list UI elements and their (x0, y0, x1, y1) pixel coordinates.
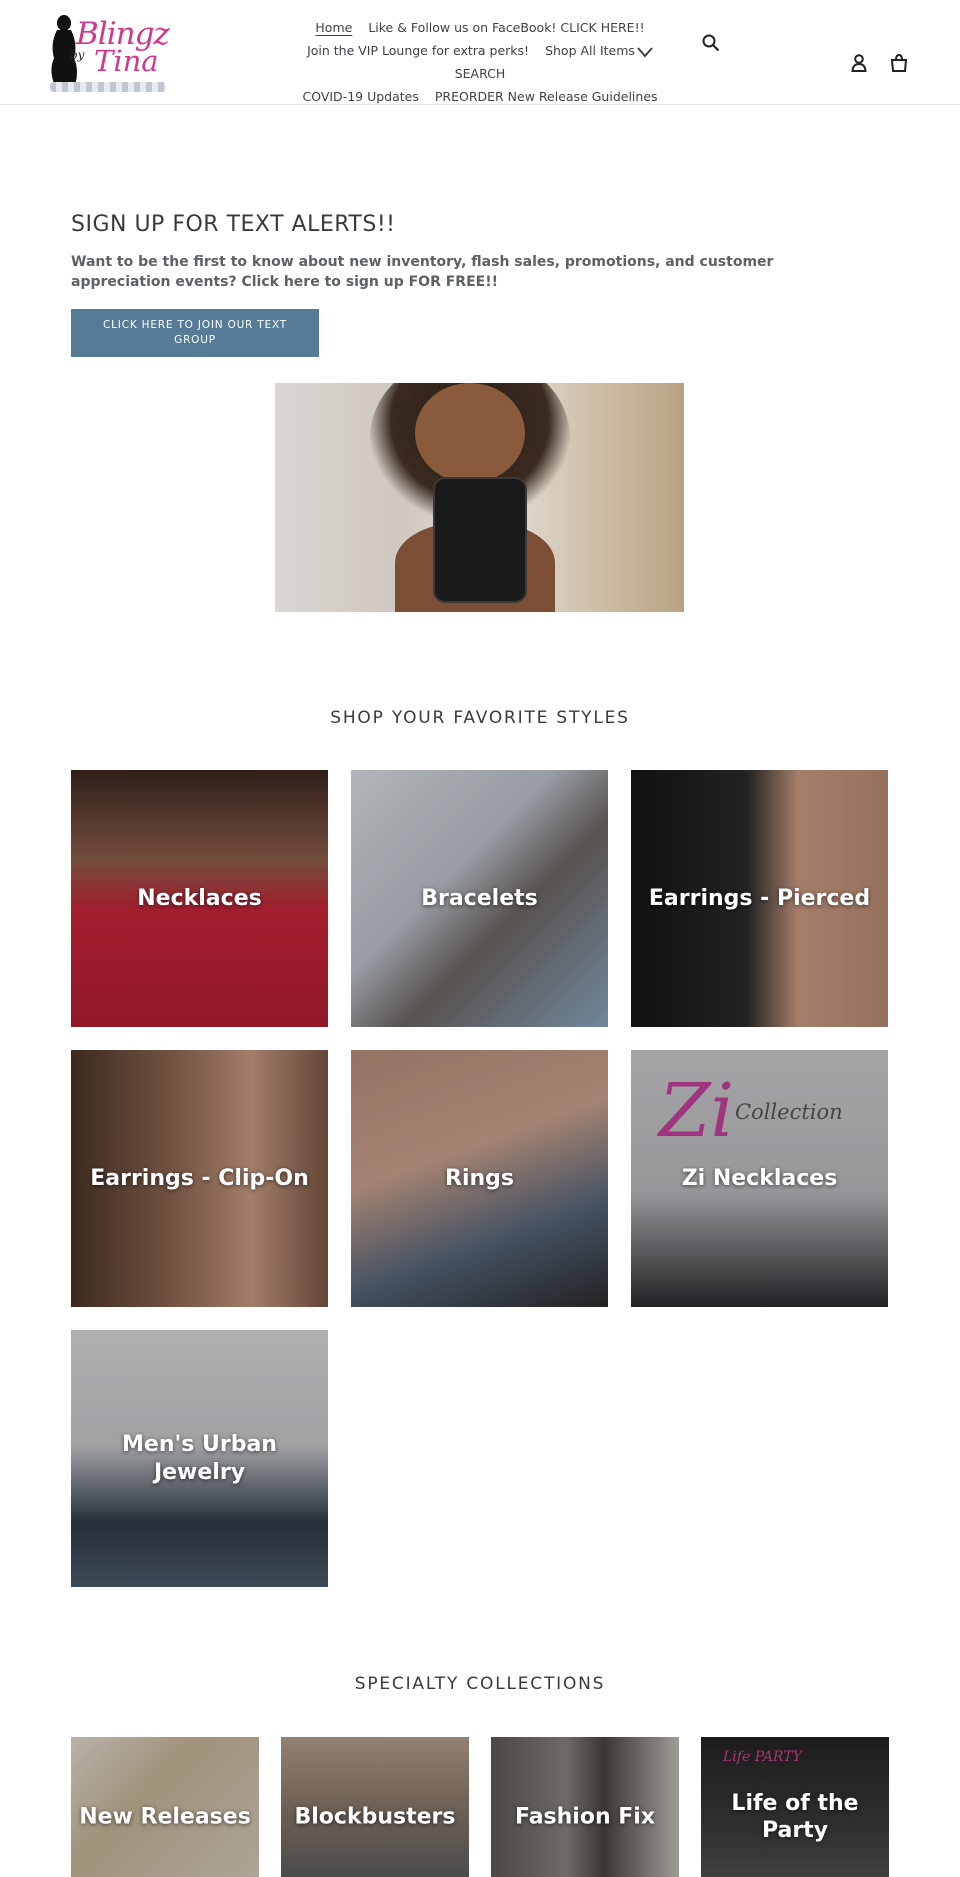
specialty-tile-life-of-the-party[interactable]: Life PARTY Life of the Party (701, 1737, 889, 1877)
account-button[interactable] (848, 52, 870, 74)
woman-with-phone-image (275, 383, 684, 612)
logo-text-tina: Tina (94, 44, 159, 78)
nav-home[interactable]: Home (315, 16, 352, 39)
nav-covid-updates[interactable]: COVID-19 Updates (302, 85, 418, 108)
nav-facebook[interactable]: Like & Follow us on FaceBook! CLICK HERE… (368, 16, 644, 39)
specialty-tile-label: Life of the Party (731, 1791, 859, 1843)
collection-tile-necklaces[interactable]: Necklaces (71, 770, 328, 1027)
text-alerts-title: SIGN UP FOR TEXT ALERTS!! (71, 212, 396, 237)
specialty-tile-label: Fashion Fix (514, 1804, 656, 1830)
nav-preorder-guidelines[interactable]: PREORDER New Release Guidelines (435, 85, 658, 108)
specialty-tile-blockbusters[interactable]: Blockbusters (281, 1737, 469, 1877)
nav-search[interactable]: SEARCH (455, 62, 506, 85)
chevron-down-icon (637, 46, 653, 58)
specialty-section-title: SPECIALTY COLLECTIONS (354, 1674, 606, 1694)
site-header: Blingz by Tina Home Like & Follow us on F… (0, 0, 960, 105)
collection-tile-rings[interactable]: Rings (351, 1050, 608, 1307)
account-icon (851, 54, 867, 72)
logo-gems-decoration (50, 82, 166, 92)
store-logo[interactable]: Blingz by Tina (42, 10, 172, 94)
nav-vip-lounge[interactable]: Join the VIP Lounge for extra perks! (307, 39, 529, 62)
collection-tile-label: Earrings - Pierced (648, 885, 871, 911)
specialty-tile-fashion-fix[interactable]: Fashion Fix (491, 1737, 679, 1877)
logo-text-by: by (70, 48, 85, 62)
collection-tile-label: Earrings - Clip-On (90, 1165, 309, 1191)
main-nav: Home Like & Follow us on FaceBook! CLICK … (270, 16, 690, 108)
collection-tile-zi-necklaces[interactable]: Zi Collection Zi Necklaces (631, 1050, 888, 1307)
collection-tile-earrings-pierced[interactable]: Earrings - Pierced (631, 770, 888, 1027)
cart-button[interactable] (888, 52, 910, 74)
specialty-tile-label: Blockbusters (294, 1804, 456, 1830)
collection-tile-bracelets[interactable]: Bracelets (351, 770, 608, 1027)
favorites-section-title: SHOP YOUR FAVORITE STYLES (330, 708, 630, 728)
nav-shop-all-label: Shop All Items (545, 43, 635, 58)
search-button[interactable] (700, 32, 722, 54)
collection-tile-label: Men's Urban Jewelry (122, 1431, 277, 1485)
collection-tile-earrings-clip-on[interactable]: Earrings - Clip-On (71, 1050, 328, 1307)
cart-icon (890, 54, 908, 72)
join-text-group-button[interactable]: CLICK HERE TO JOIN OUR TEXT GROUP (71, 309, 319, 357)
nav-shop-all-items[interactable]: Shop All Items (545, 39, 653, 62)
search-icon (702, 34, 720, 52)
collection-tile-label: Bracelets (421, 885, 538, 911)
text-alerts-body: Want to be the first to know about new i… (71, 254, 774, 290)
specialty-tile-label: New Releases (79, 1804, 251, 1830)
collection-tile-mens-urban-jewelry[interactable]: Men's Urban Jewelry (71, 1330, 328, 1587)
collection-tile-label: Zi Necklaces (681, 1165, 838, 1191)
specialty-tile-new-releases[interactable]: New Releases (71, 1737, 259, 1877)
collection-tile-label: Necklaces (137, 885, 262, 911)
collection-tile-label: Rings (445, 1165, 514, 1191)
